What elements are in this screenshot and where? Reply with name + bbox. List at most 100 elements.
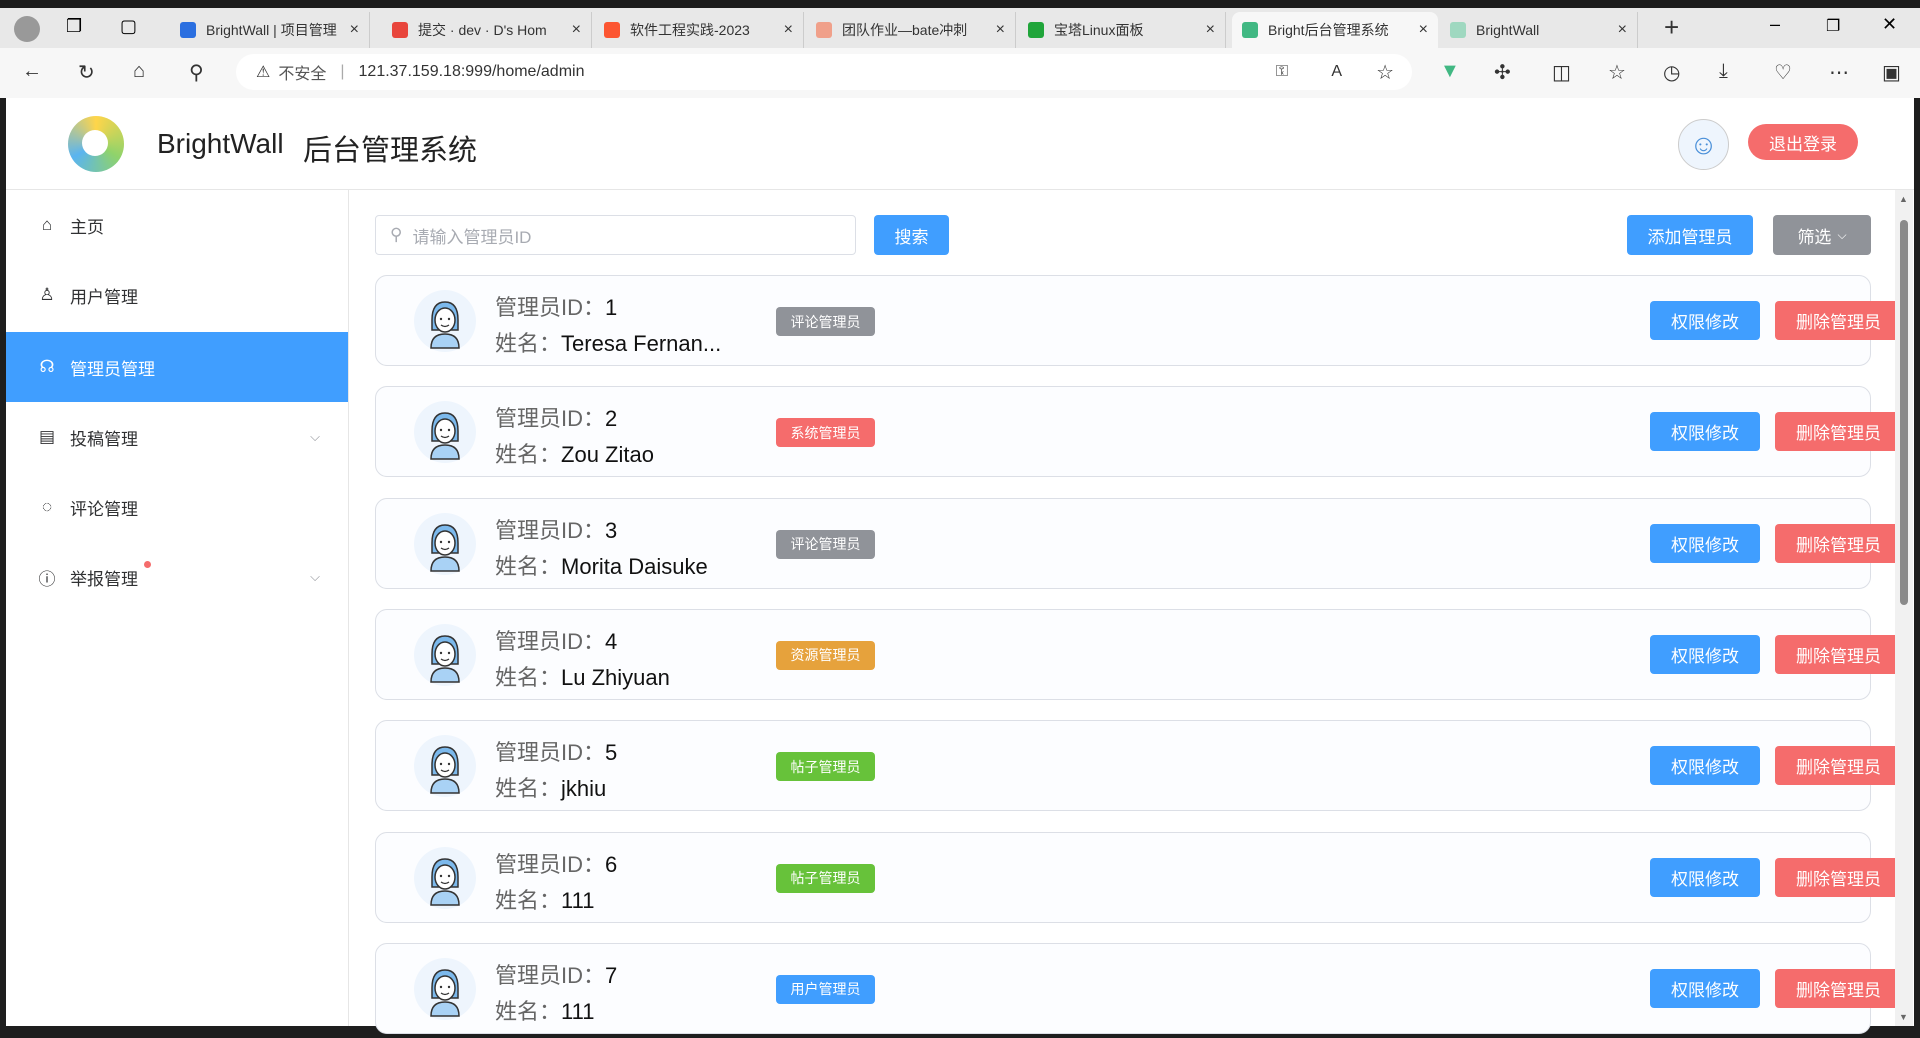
close-tab-icon[interactable]: × [1419,21,1428,39]
edit-permission-button[interactable]: 权限修改 [1650,968,1760,1008]
history-icon[interactable]: ◷ [1663,60,1680,85]
browser-tab[interactable]: 提交 · dev · D's Hom × [382,12,592,48]
menu-icon: ⓘ [38,569,56,589]
close-tab-icon[interactable]: × [996,21,1005,39]
browser-tab[interactable]: Bright后台管理系统 × [1232,12,1438,48]
menu-icon: ▤ [38,427,56,446]
edit-permission-button[interactable]: 权限修改 [1650,301,1760,340]
search-button[interactable]: 搜索 [874,215,949,255]
browser-tab[interactable]: 软件工程实践-2023 × [594,12,804,48]
star-icon[interactable]: ☆ [1376,60,1394,85]
admin-card: 管理员ID：3 姓名：Morita Daisuke 评论管理员 权限修改 删除管… [375,497,1902,589]
avatar[interactable]: ☺ [1678,119,1729,170]
scroll-up-icon[interactable]: ▲ [1899,194,1908,204]
favorites-icon[interactable]: ☆ [1608,60,1626,85]
scroll-down-icon[interactable]: ▼ [1899,1012,1908,1022]
sidebar-item[interactable]: ⌂ 主页 [6,190,348,260]
extensions-icon[interactable]: ✣ [1494,60,1511,85]
logout-button[interactable]: 退出登录 [1748,124,1858,160]
health-icon[interactable]: ♡ [1774,60,1792,85]
add-admin-button[interactable]: 添加管理员 [1627,215,1753,255]
close-tab-icon[interactable]: × [572,21,581,39]
edit-permission-button[interactable]: 权限修改 [1650,523,1760,563]
sidebar-item[interactable]: ⓘ 举报管理 ⌵ [6,542,348,612]
role-tag: 帖子管理员 [776,863,875,893]
close-tab-icon[interactable]: × [784,21,793,39]
more-icon[interactable]: ⋯ [1829,60,1849,85]
admin-name: 姓名：Morita Daisuke [495,553,708,579]
sidebar-icon[interactable]: ▣ [1882,60,1901,85]
edit-permission-button[interactable]: 权限修改 [1650,412,1760,452]
admin-id: 管理员ID：3 [495,517,618,543]
tab-actions-icon[interactable]: ▢ [120,16,137,37]
delete-admin-button[interactable]: 删除管理员 [1775,634,1902,674]
admin-card: 管理员ID：6 姓名：111 帖子管理员 权限修改 删除管理员 [375,831,1902,923]
browser-tab[interactable]: BrightWall | 项目管理 × [170,12,370,48]
edit-permission-button[interactable]: 权限修改 [1650,746,1760,786]
chevron-down-icon: ⌵ [310,569,320,584]
profile-icon[interactable] [14,16,40,42]
delete-admin-button[interactable]: 删除管理员 [1775,523,1902,563]
workspaces-icon[interactable]: ❐ [66,16,82,37]
sidebar-item[interactable]: ☊ 管理员管理 [6,332,348,402]
read-aloud-icon[interactable]: A [1331,63,1342,81]
address-bar[interactable]: ⚠ 不安全 | 121.37.159.18:999/home/admin ☆ A… [236,54,1412,90]
chevron-down-icon: ⌵ [1837,227,1847,242]
sidebar-item[interactable]: ◌ 评论管理 [6,472,348,542]
browser-tab[interactable]: 宝塔Linux面板 × [1018,12,1226,48]
admin-avatar [414,401,476,464]
sidebar-item-label: 举报管理 [70,569,138,589]
delete-admin-button[interactable]: 删除管理员 [1775,857,1902,897]
home-icon[interactable]: ⌂ [133,60,145,83]
delete-admin-button[interactable]: 删除管理员 [1775,746,1902,786]
admin-id: 管理员ID：6 [495,851,618,877]
brand-name: BrightWall [157,128,284,159]
browser-tab-bar: ❐ ▢ BrightWall | 项目管理 × 提交 · dev · D's Hom × 软… [0,8,1920,48]
scrollbar-thumb[interactable] [1900,220,1908,605]
edit-permission-button[interactable]: 权限修改 [1650,857,1760,897]
search-input[interactable]: ⚲ 请输入管理员ID [375,215,856,255]
close-tab-icon[interactable]: × [350,21,359,39]
search-icon[interactable]: ⚲ [189,60,204,85]
filter-label: 筛选 [1797,227,1832,247]
admin-avatar [414,957,476,1020]
page-title: 后台管理系统 [303,135,478,167]
close-tab-icon[interactable]: × [1618,21,1627,39]
role-tag: 系统管理员 [776,418,875,448]
admin-id: 管理员ID：4 [495,628,618,654]
maximize-icon[interactable]: ❐ [1826,16,1840,36]
key-icon[interactable]: ⚿ [1276,63,1288,81]
vue-extension-icon[interactable]: ▼ [1440,60,1460,83]
delete-admin-button[interactable]: 删除管理员 [1775,412,1902,452]
search-icon: ⚲ [390,225,403,244]
minimize-icon[interactable]: – [1770,14,1780,35]
favicon-icon [180,22,196,38]
admin-avatar [414,846,476,909]
scrollbar[interactable]: ▲ ▼ [1895,190,1913,1026]
sidebar-item[interactable]: ♙ 用户管理 [6,260,348,330]
role-tag: 评论管理员 [776,307,875,336]
filter-dropdown[interactable]: 筛选 ⌵ [1773,215,1871,255]
reload-icon[interactable]: ↻ [78,60,95,85]
close-tab-icon[interactable]: × [1206,21,1215,39]
back-icon[interactable]: ← [22,60,42,83]
app-header: BrightWall 后台管理系统 ☺ 退出登录 [6,98,1914,190]
sidebar: ⌂ 主页 ♙ 用户管理 ☊ 管理员管理 ▤ 投稿管理 ⌵ ◌ 评论管理 ⓘ 举报管理 ⌵ [6,190,349,1026]
tab-title: Bright后台管理系统 [1268,22,1389,38]
browser-toolbar: ← ↻ ⌂ ⚲ ⚠ 不安全 | 121.37.159.18:999/home/a… [0,48,1920,98]
browser-tab[interactable]: 团队作业—bate冲刺 × [806,12,1016,48]
favicon-icon [1450,22,1466,38]
close-window-icon[interactable]: ✕ [1882,14,1897,35]
browser-tab[interactable]: BrightWall × [1440,12,1638,48]
favicon-icon [392,22,408,38]
download-icon[interactable]: ⤓ [1719,60,1728,83]
sidebar-item-label: 投稿管理 [70,429,138,449]
delete-admin-button[interactable]: 删除管理员 [1775,968,1902,1008]
split-screen-icon[interactable]: ◫ [1552,60,1571,85]
edit-permission-button[interactable]: 权限修改 [1650,634,1760,674]
sidebar-item[interactable]: ▤ 投稿管理 ⌵ [6,402,348,472]
new-tab-button[interactable]: + [1664,12,1679,43]
delete-admin-button[interactable]: 删除管理员 [1775,301,1902,340]
sidebar-item-label: 评论管理 [70,499,138,519]
admin-name: 姓名：jkhiu [495,776,607,802]
